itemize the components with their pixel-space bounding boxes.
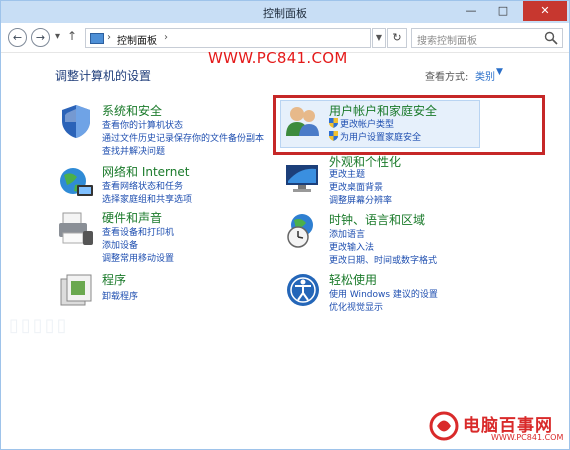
link-screen-resolution[interactable]: 调整屏幕分辨率 — [329, 193, 392, 206]
link-family-safety[interactable]: 为用户设置家庭安全 — [340, 130, 421, 143]
category-hardware-sound: 硬件和声音 查看设备和打印机 添加设备 调整常用移动设置 — [57, 209, 277, 265]
category-system-security: 系统和安全 查看你的计算机状态 通过文件历史记录保存你的文件备份副本 查找并解决… — [57, 102, 277, 162]
link-devices-printers[interactable]: 查看设备和打印机 — [102, 225, 174, 238]
maximize-button[interactable]: □ — [489, 1, 517, 21]
breadcrumb-separator[interactable]: › — [107, 32, 111, 43]
chevron-down-icon[interactable]: ▼ — [496, 67, 503, 77]
category-appearance: 外观和个性化 更改主题 更改桌面背景 调整屏幕分辨率 — [284, 153, 524, 209]
link-mobility-settings[interactable]: 调整常用移动设置 — [102, 251, 174, 264]
monitor-icon[interactable] — [284, 157, 322, 195]
breadcrumb-separator[interactable]: › — [164, 32, 168, 43]
category-title[interactable]: 程序 — [102, 271, 126, 288]
logo-url: WWW.PC841.COM — [491, 433, 564, 442]
search-icon[interactable] — [543, 30, 559, 46]
shield-icon[interactable] — [57, 102, 95, 140]
category-title[interactable]: 时钟、语言和区域 — [329, 211, 425, 228]
site-watermark: WWW.PC841.COM — [208, 49, 348, 67]
search-input[interactable]: 搜索控制面板 — [411, 28, 563, 48]
users-icon[interactable] — [284, 102, 322, 140]
link-troubleshoot[interactable]: 查找并解决问题 — [102, 144, 165, 157]
control-panel-icon — [90, 33, 104, 44]
category-title[interactable]: 硬件和声音 — [102, 209, 162, 226]
search-placeholder: 搜索控制面板 — [417, 36, 477, 47]
link-change-account-type[interactable]: 更改帐户类型 — [340, 117, 394, 130]
control-panel-window: 控制面板 — □ ✕ ← → ▾ ↑ › 控制面板 › ▼ ↻ 搜索控制面板 W… — [0, 0, 570, 450]
uac-shield-icon — [329, 118, 338, 128]
link-view-status[interactable]: 查看你的计算机状态 — [102, 118, 183, 131]
recent-locations-icon[interactable]: ▾ — [55, 31, 60, 42]
link-uninstall[interactable]: 卸载程序 — [102, 289, 138, 302]
site-logo: 电脑百事网 WWW.PC841.COM — [429, 409, 565, 447]
category-title[interactable]: 网络和 Internet — [102, 163, 189, 180]
accessibility-icon[interactable] — [284, 271, 322, 309]
view-by-dropdown[interactable]: 类别 — [475, 68, 495, 83]
address-bar[interactable]: › 控制面板 › — [85, 28, 371, 48]
category-title[interactable]: 轻松使用 — [329, 271, 377, 288]
category-ease-of-access: 轻松使用 使用 Windows 建议的设置 优化视觉显示 — [284, 271, 524, 315]
refresh-button[interactable]: ↻ — [387, 28, 407, 48]
link-optimize-display[interactable]: 优化视觉显示 — [329, 300, 383, 313]
link-network-status[interactable]: 查看网络状态和任务 — [102, 179, 183, 192]
link-file-history[interactable]: 通过文件历史记录保存你的文件备份副本 — [102, 131, 264, 144]
breadcrumb-control-panel[interactable]: 控制面板 — [117, 32, 157, 47]
link-desktop-background[interactable]: 更改桌面背景 — [329, 180, 383, 193]
clock-globe-icon[interactable] — [284, 211, 322, 249]
link-date-time-format[interactable]: 更改日期、时间或数字格式 — [329, 253, 437, 266]
globe-icon[interactable] — [57, 163, 95, 201]
programs-icon[interactable] — [57, 271, 95, 309]
back-button[interactable]: ← — [8, 28, 27, 47]
printer-icon[interactable] — [57, 209, 95, 247]
link-add-language[interactable]: 添加语言 — [329, 227, 365, 240]
logo-mark-icon — [429, 411, 459, 441]
up-button[interactable]: ↑ — [67, 29, 77, 43]
category-programs: 程序 卸载程序 — [57, 271, 277, 311]
category-title[interactable]: 系统和安全 — [102, 102, 162, 119]
close-button[interactable]: ✕ — [523, 1, 567, 21]
uac-shield-icon — [329, 131, 338, 141]
title-bar: 控制面板 — □ ✕ — [1, 1, 569, 23]
view-by-label: 查看方式: — [425, 72, 469, 83]
page-heading: 调整计算机的设置 — [55, 69, 152, 83]
category-network-internet: 网络和 Internet 查看网络状态和任务 选择家庭组和共享选项 — [57, 163, 277, 208]
link-homegroup[interactable]: 选择家庭组和共享选项 — [102, 192, 192, 205]
faded-watermark-mark: ▯▯▯▯▯ — [9, 315, 69, 336]
link-recommended-settings[interactable]: 使用 Windows 建议的设置 — [329, 287, 438, 300]
address-dropdown-icon[interactable]: ▼ — [372, 28, 386, 48]
forward-button[interactable]: → — [31, 28, 50, 47]
minimize-button[interactable]: — — [457, 1, 485, 21]
link-change-input[interactable]: 更改输入法 — [329, 240, 374, 253]
link-add-device[interactable]: 添加设备 — [102, 238, 138, 251]
category-user-accounts: 用户帐户和家庭安全 更改帐户类型 为用户设置家庭安全 — [284, 102, 524, 146]
link-change-theme[interactable]: 更改主题 — [329, 167, 365, 180]
category-clock-language-region: 时钟、语言和区域 添加语言 更改输入法 更改日期、时间或数字格式 — [284, 211, 544, 267]
